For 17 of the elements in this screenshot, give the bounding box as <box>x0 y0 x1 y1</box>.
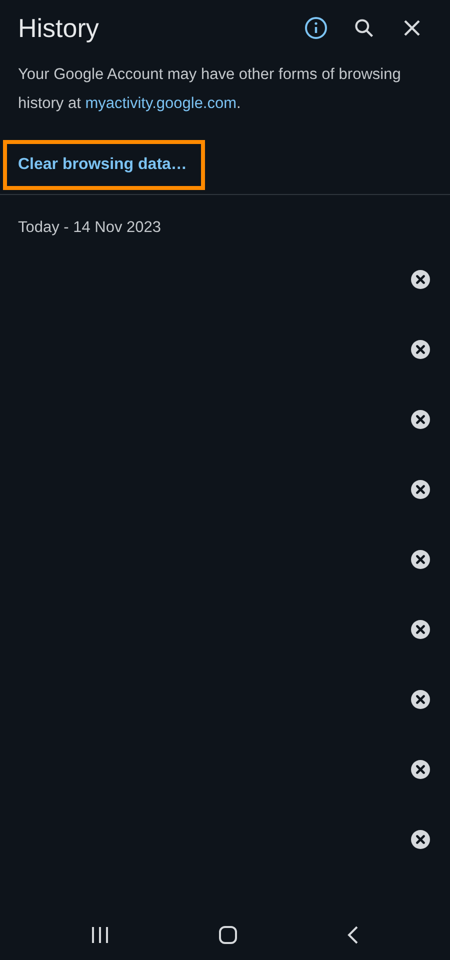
remove-icon[interactable] <box>411 270 430 288</box>
remove-icon[interactable] <box>411 480 430 498</box>
clear-browsing-button[interactable]: Clear browsing data… <box>7 156 187 174</box>
home-icon[interactable] <box>218 925 238 945</box>
remove-icon[interactable] <box>411 620 430 638</box>
page-title: History <box>18 12 100 44</box>
date-heading: Today - 14 Nov 2023 <box>18 219 162 238</box>
remove-icon[interactable] <box>411 690 430 708</box>
remove-icon[interactable] <box>411 830 430 848</box>
remove-icon[interactable] <box>411 550 430 568</box>
activity-link[interactable]: myactivity.google.com <box>85 95 237 112</box>
recent-apps-icon[interactable] <box>90 926 110 944</box>
remove-icon[interactable] <box>411 340 430 358</box>
back-icon[interactable] <box>346 925 360 945</box>
remove-icon[interactable] <box>411 760 430 778</box>
remove-icon[interactable] <box>411 410 430 428</box>
account-notice: Your Google Account may have other forms of browsing history at myactivity.google.com. <box>18 65 402 114</box>
